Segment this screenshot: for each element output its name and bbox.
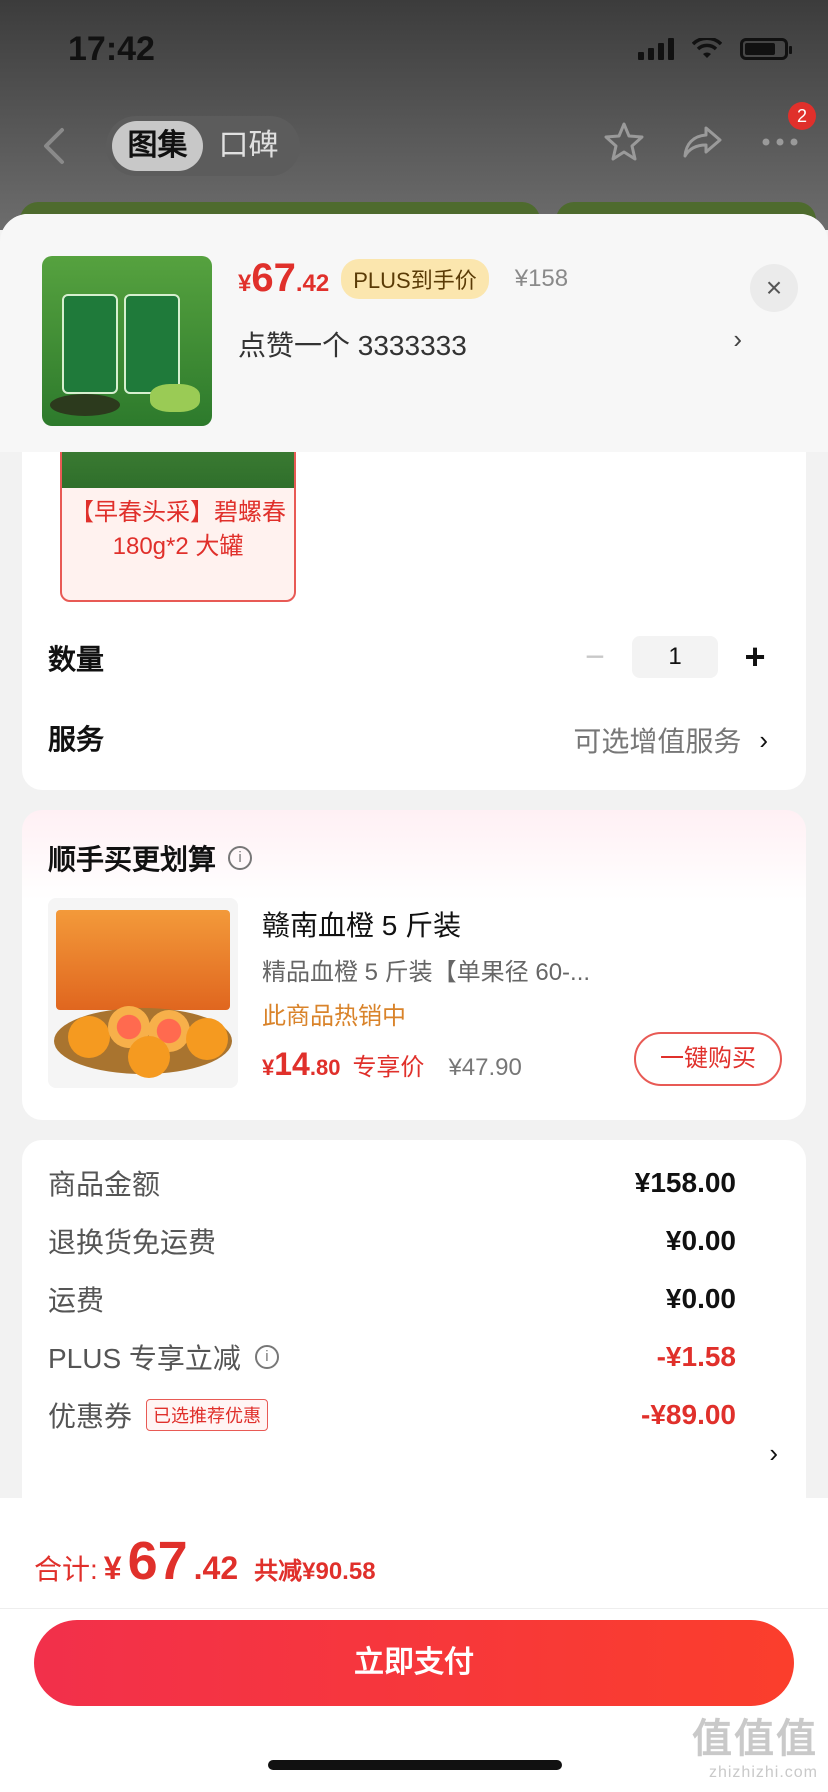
selected-sku-name[interactable]: 点赞一个 3333333 — [238, 324, 467, 364]
service-selector[interactable]: 可选增值服务 › — [573, 720, 768, 760]
coupon-selected-tag: 已选推荐优惠 — [146, 1399, 269, 1431]
addon-product-desc: 精品血橙 5 斤装【单果径 60-... — [262, 959, 591, 986]
original-price: ¥158 — [514, 264, 569, 292]
nav-actions: 2 — [602, 102, 816, 164]
close-button[interactable]: × — [750, 264, 798, 312]
total-amount: 67 — [127, 1531, 188, 1591]
summary-row-plus-discount: PLUS 专享立减 i -¥1.58 — [48, 1341, 736, 1374]
top-navbar: 图集 口碑 2 — [0, 102, 828, 182]
tab-reviews[interactable]: 口碑 — [203, 121, 294, 171]
chevron-right-icon: › — [759, 724, 768, 755]
service-value: 可选增值服务 — [573, 726, 742, 757]
price-summary-card: 商品金额 ¥158.00 退换货免运费 ¥0.00 运费 ¥0.00 PLUS … — [22, 1140, 806, 1540]
watermark: 值值值 zhizhizhi.com — [692, 1717, 818, 1781]
divider — [0, 1608, 828, 1609]
service-row[interactable]: 服务 可选增值服务 › — [48, 708, 780, 768]
info-icon[interactable]: i — [228, 846, 253, 870]
battery-icon — [740, 38, 792, 60]
increase-button[interactable]: + — [740, 636, 770, 678]
addon-card: 顺手买更划算 i 赣南血橙 5 斤装 精品血橙 5 斤装【单果径 60-... … — [22, 810, 806, 1120]
gallery-review-switch: 图集 口碑 — [106, 116, 300, 176]
status-icons — [638, 38, 792, 60]
total-label: 合计: — [34, 1554, 98, 1585]
bottom-pay-bar: 合计: ¥67.42 共减¥90.58 立即支付 值值值 zhizhizhi.c… — [0, 1498, 828, 1792]
total-saved: 共减¥90.58 — [254, 1558, 376, 1585]
addon-product-name[interactable]: 赣南血橙 5 斤装 — [262, 904, 461, 944]
summary-row-goods: 商品金额 ¥158.00 — [48, 1167, 736, 1200]
addon-price-line: ¥14.80 专享价 ¥47.90 — [262, 1046, 522, 1083]
summary-row-return-shipping: 退换货免运费 ¥0.00 — [48, 1225, 736, 1258]
selected-sku-header: ¥67.42 PLUS到手价 ¥158 点赞一个 3333333 › × — [0, 214, 828, 452]
wifi-icon — [692, 38, 722, 58]
quantity-row: 数量 − 1 + — [48, 628, 780, 688]
plus-price: ¥67.42 — [238, 256, 330, 300]
summary-row-shipping: 运费 ¥0.00 — [48, 1283, 736, 1316]
addon-title: 顺手买更划算 i — [48, 838, 253, 878]
more-options-icon[interactable]: 2 — [758, 102, 816, 164]
addon-product-image[interactable] — [48, 898, 238, 1088]
status-time: 17:42 — [68, 30, 155, 68]
home-indicator[interactable] — [268, 1760, 562, 1770]
cellular-signal-icon — [638, 38, 674, 60]
share-icon[interactable] — [680, 120, 724, 164]
summary-row-coupon[interactable]: 优惠券 已选推荐优惠 -¥89.00 — [48, 1390, 736, 1440]
info-icon[interactable]: i — [254, 1345, 279, 1369]
quantity-input[interactable]: 1 — [632, 636, 718, 678]
addon-hot-label: 此商品热销中 — [262, 1003, 406, 1030]
tab-gallery[interactable]: 图集 — [112, 121, 203, 171]
addon-price-label: 专享价 — [352, 1054, 425, 1081]
message-count-badge: 2 — [788, 102, 816, 130]
star-favorite-icon[interactable] — [602, 120, 646, 164]
pay-now-button[interactable]: 立即支付 — [34, 1620, 794, 1706]
quantity-stepper: − 1 + — [580, 636, 770, 678]
product-thumbnail — [42, 256, 212, 426]
chevron-right-icon[interactable]: › — [769, 1438, 778, 1469]
total-line: 合计: ¥67.42 共减¥90.58 — [34, 1531, 376, 1591]
sku-price-line: ¥67.42 PLUS到手价 ¥158 — [238, 256, 568, 301]
decrease-button[interactable]: − — [580, 638, 610, 677]
addon-price: ¥14.80 — [262, 1046, 341, 1082]
status-bar: 17:42 — [0, 0, 828, 100]
sku-option-label: 【早春头采】碧螺春 180g*2 大罐 — [70, 499, 286, 560]
one-click-buy-button[interactable]: 一键购买 — [634, 1032, 782, 1086]
back-arrow-icon[interactable] — [38, 126, 74, 166]
chevron-right-icon[interactable]: › — [733, 324, 742, 355]
addon-original-price: ¥47.90 — [448, 1054, 522, 1081]
service-label: 服务 — [48, 724, 105, 755]
quantity-label: 数量 — [48, 644, 105, 675]
plus-price-badge: PLUS到手价 — [341, 258, 489, 299]
